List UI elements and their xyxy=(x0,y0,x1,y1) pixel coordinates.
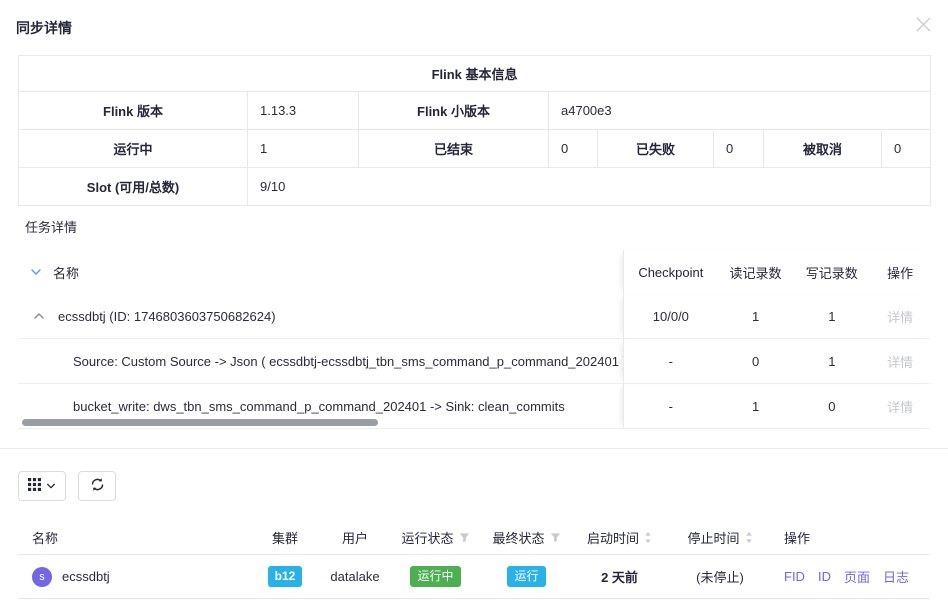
cancelled-value: 0 xyxy=(882,130,931,168)
final-status-label: 最终状态 xyxy=(492,528,544,547)
filter-icon[interactable] xyxy=(459,532,470,543)
flink-minor-version-label: Flink 小版本 xyxy=(359,92,549,130)
flink-version-label: Flink 版本 xyxy=(19,92,248,130)
task-read-count: 1 xyxy=(718,399,794,414)
task-row-source: Source: Custom Source -> Json ( ecssdbtj… xyxy=(18,339,930,384)
jobs-col-final-status: 最终状态 xyxy=(482,528,571,547)
flink-info-title: Flink 基本信息 xyxy=(19,56,931,92)
task-name: bucket_write: dws_tbn_sms_command_p_comm… xyxy=(73,399,565,414)
jobs-col-stop-time[interactable]: 停止时间 xyxy=(668,528,772,547)
task-col-checkpoint: Checkpoint xyxy=(624,265,718,280)
task-write-count: 1 xyxy=(793,354,870,369)
cluster-badge: b12 xyxy=(268,566,303,587)
task-name: Source: Custom Source -> Json ( ecssdbtj… xyxy=(73,354,623,369)
task-write-count: 1 xyxy=(793,309,870,324)
jobs-col-start-time[interactable]: 启动时间 xyxy=(571,528,668,547)
jobs-col-name: 名称 xyxy=(18,528,249,547)
expand-all-icon[interactable] xyxy=(30,266,42,278)
running-value: 1 xyxy=(248,130,359,168)
horizontal-scrollbar[interactable] xyxy=(22,419,378,426)
flink-minor-version-value: a4700e3 xyxy=(549,92,931,130)
failed-value: 0 xyxy=(714,130,764,168)
task-write-count: 0 xyxy=(793,399,870,414)
jobs-col-cluster: 集群 xyxy=(249,528,321,547)
chevron-down-icon xyxy=(46,479,56,494)
jobs-col-action: 操作 xyxy=(772,528,930,547)
task-row-job: ecssdbtj (ID: 1746803603750682624) 10/0/… xyxy=(18,294,930,339)
task-checkpoint: - xyxy=(624,399,718,414)
task-table-header: 名称 Checkpoint 读记录数 写记录数 操作 xyxy=(18,250,930,294)
slot-value: 9/10 xyxy=(248,168,931,206)
grid-icon xyxy=(28,478,41,494)
run-status-label: 运行状态 xyxy=(401,528,453,547)
log-link[interactable]: 日志 xyxy=(883,567,909,586)
filter-icon[interactable] xyxy=(550,532,561,543)
finished-value: 0 xyxy=(549,130,598,168)
finished-label: 已结束 xyxy=(359,130,549,168)
task-col-name: 名称 xyxy=(53,263,79,282)
task-section-title: 任务详情 xyxy=(25,218,930,238)
job-name: ecssdbtj xyxy=(62,569,110,584)
close-button[interactable] xyxy=(915,17,931,33)
run-status-badge: 运行中 xyxy=(410,566,460,587)
cancelled-label: 被取消 xyxy=(764,130,882,168)
refresh-button[interactable] xyxy=(78,471,116,501)
final-status-badge: 运行 xyxy=(507,566,545,587)
task-checkpoint: - xyxy=(624,354,718,369)
flink-info-table: Flink 基本信息 Flink 版本 1.13.3 Flink 小版本 a47… xyxy=(18,55,931,206)
task-table: 名称 Checkpoint 读记录数 写记录数 操作 ecssdbtj (ID:… xyxy=(18,250,930,429)
jobs-table-header: 名称 集群 用户 运行状态 最终状态 启动时间 xyxy=(18,521,930,555)
task-read-count: 1 xyxy=(718,309,794,324)
jobs-col-run-status: 运行状态 xyxy=(389,528,482,547)
task-detail-link[interactable]: 详情 xyxy=(870,397,930,416)
slot-label: Slot (可用/总数) xyxy=(19,168,248,206)
avatar: s xyxy=(32,567,52,587)
job-stop-time: (未停止) xyxy=(668,567,772,586)
task-name: ecssdbtj (ID: 1746803603750682624) xyxy=(58,309,276,324)
job-row: s ecssdbtj b12 datalake 运行中 运行 2 天前 (未停止… xyxy=(18,555,930,599)
jobs-col-user: 用户 xyxy=(321,528,389,547)
close-icon xyxy=(916,20,931,35)
task-detail-link[interactable]: 详情 xyxy=(870,352,930,371)
sorter-icon[interactable] xyxy=(644,531,652,544)
fid-link[interactable]: FID xyxy=(784,569,805,584)
task-col-write: 写记录数 xyxy=(793,263,870,282)
task-read-count: 0 xyxy=(718,354,794,369)
id-link[interactable]: ID xyxy=(818,569,831,584)
section-divider xyxy=(0,448,948,449)
task-col-read: 读记录数 xyxy=(718,263,794,282)
refresh-icon xyxy=(90,477,105,495)
task-checkpoint: 10/0/0 xyxy=(624,309,718,324)
column-settings-button[interactable] xyxy=(18,471,66,501)
job-start-time: 2 天前 xyxy=(571,567,668,586)
sorter-icon[interactable] xyxy=(745,531,753,544)
job-user: datalake xyxy=(321,569,389,584)
failed-label: 已失败 xyxy=(598,130,714,168)
collapse-row-icon[interactable] xyxy=(33,310,45,322)
start-time-label: 启动时间 xyxy=(587,528,639,547)
flink-version-value: 1.13.3 xyxy=(248,92,359,130)
page-link[interactable]: 页面 xyxy=(844,567,870,586)
dialog-header: 同步详情 xyxy=(0,0,948,38)
running-label: 运行中 xyxy=(19,130,248,168)
jobs-toolbar xyxy=(18,471,930,501)
jobs-table: 名称 集群 用户 运行状态 最终状态 启动时间 xyxy=(18,521,930,599)
task-detail-link[interactable]: 详情 xyxy=(870,307,930,326)
task-col-action: 操作 xyxy=(870,263,930,282)
stop-time-label: 停止时间 xyxy=(687,528,739,547)
dialog-title: 同步详情 xyxy=(16,20,72,36)
